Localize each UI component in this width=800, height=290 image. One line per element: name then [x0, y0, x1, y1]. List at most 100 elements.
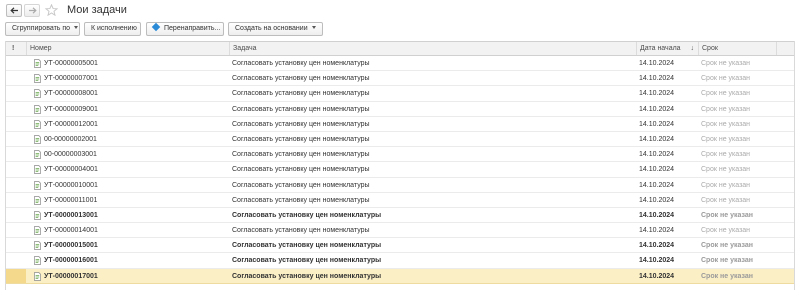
row-deadline-cell: Срок не указан — [701, 227, 751, 235]
row-number: УТ-00000004001 — [44, 166, 98, 174]
row-deadline-cell: Срок не указан — [701, 181, 751, 189]
tasks-table: ! Номер Задача Дата начала ↓ Срок УТ-0000… — [5, 41, 795, 290]
row-number: УТ-00000016001 — [44, 257, 98, 265]
row-number: УТ-00000007001 — [44, 75, 98, 83]
row-number-cell: УТ-00000013001 — [26, 208, 229, 223]
row-number-cell: УТ-00000011001 — [26, 193, 229, 208]
task-document-icon — [34, 150, 41, 159]
row-number: УТ-00000008001 — [44, 90, 98, 98]
table-row[interactable]: УТ-00000004001 Согласовать установку цен … — [6, 162, 794, 178]
table-row[interactable]: УТ-00000007001 Согласовать установку цен … — [6, 71, 794, 87]
table-row[interactable]: УТ-00000016001 Согласовать установку цен … — [6, 253, 794, 269]
start-date-header-label: Дата начала — [640, 45, 681, 52]
row-start-date-cell: 14.10.2024 — [639, 211, 675, 219]
arrow-left-icon — [10, 7, 18, 14]
row-task-cell: Согласовать установку цен номенклатуры — [232, 120, 370, 128]
row-start-date-cell: 14.10.2024 — [639, 120, 675, 128]
row-number-cell: УТ-00000010001 — [26, 178, 229, 193]
row-start-date-cell: 14.10.2024 — [639, 151, 675, 159]
row-importance-cell — [6, 86, 26, 101]
task-document-icon — [34, 226, 41, 235]
row-task-cell: Согласовать установку цен номенклатуры — [232, 181, 370, 189]
task-document-icon — [34, 195, 41, 205]
row-task-cell: Согласовать установку цен номенклатуры — [232, 227, 370, 235]
row-importance-cell — [6, 71, 26, 86]
task-document-icon — [34, 59, 41, 68]
create-based-on-label: Создать на основании — [235, 25, 308, 32]
group-by-button[interactable]: Сгруппировать по — [5, 22, 80, 36]
column-header-start-date[interactable]: Дата начала ↓ — [636, 42, 698, 55]
row-number: УТ-00000017001 — [44, 272, 98, 280]
forward-button[interactable] — [24, 4, 40, 17]
task-document-icon — [34, 135, 41, 144]
table-row[interactable]: УТ-00000011001 Согласовать установку цен … — [6, 193, 794, 208]
table-body: УТ-00000005001 Согласовать установку цен … — [6, 56, 794, 284]
row-number-cell: 00-00000003001 — [26, 147, 229, 162]
task-document-icon — [34, 89, 41, 99]
row-start-date-cell: 14.10.2024 — [639, 181, 675, 189]
table-row[interactable]: УТ-00000013001 Согласовать установку цен … — [6, 208, 794, 224]
row-number: УТ-00000005001 — [44, 60, 98, 67]
row-start-date-cell: 14.10.2024 — [639, 75, 675, 83]
row-importance-cell — [6, 253, 26, 268]
column-header-deadline[interactable]: Срок — [698, 42, 776, 55]
row-importance-cell — [6, 56, 26, 71]
row-importance-cell — [6, 102, 26, 117]
row-number: УТ-00000010001 — [44, 181, 98, 189]
table-row[interactable]: УТ-00000005001 Согласовать установку цен … — [6, 56, 794, 72]
row-start-date-cell: 14.10.2024 — [639, 196, 675, 204]
row-number-cell: УТ-00000009001 — [26, 102, 229, 117]
toolbar: Сгруппировать по К исполнению Перенаправ… — [0, 22, 800, 40]
row-deadline-cell: Срок не указан — [701, 242, 754, 250]
row-task-cell: Согласовать установку цен номенклатуры — [232, 272, 382, 280]
table-row[interactable]: УТ-00000009001 Согласовать установку цен … — [6, 102, 794, 117]
table-row[interactable]: УТ-00000014001 Согласовать установку цен … — [6, 223, 794, 239]
table-row[interactable]: УТ-00000012001 Согласовать установку цен … — [6, 117, 794, 132]
task-document-icon — [34, 165, 41, 175]
column-header-spacer — [776, 42, 794, 55]
chevron-down-icon — [74, 26, 79, 29]
to-execution-button[interactable]: К исполнению — [84, 22, 141, 36]
row-start-date-cell: 14.10.2024 — [639, 257, 675, 265]
row-importance-cell — [6, 162, 26, 177]
table-row[interactable]: УТ-00000008001 Согласовать установку цен … — [6, 86, 794, 102]
create-based-on-button[interactable]: Создать на основании — [228, 22, 323, 36]
row-task-cell: Согласовать установку цен номенклатуры — [232, 75, 370, 83]
task-document-icon — [34, 119, 41, 129]
back-button[interactable] — [6, 4, 22, 17]
page-title: Мои задачи — [67, 4, 127, 16]
row-importance-cell — [6, 178, 26, 193]
table-row[interactable]: 00-00000003001 Согласовать установку цен … — [6, 147, 794, 163]
row-task-cell: Согласовать установку цен номенклатуры — [232, 211, 382, 219]
row-deadline-cell: Срок не указан — [701, 120, 751, 128]
chevron-down-icon — [311, 26, 316, 29]
column-header-number[interactable]: Номер — [26, 42, 229, 55]
star-icon[interactable] — [45, 4, 58, 17]
row-deadline-cell: Срок не указан — [701, 196, 751, 204]
column-header-task[interactable]: Задача — [229, 42, 636, 55]
table-row[interactable]: 00-00000002001 Согласовать установку цен … — [6, 132, 794, 148]
row-importance-cell — [6, 193, 26, 208]
row-task-cell: Согласовать установку цен номенклатуры — [232, 151, 370, 159]
row-importance-cell — [6, 147, 26, 162]
row-task-cell: Согласовать установку цен номенклатуры — [232, 135, 370, 143]
table-row[interactable]: УТ-00000017001 Согласовать установку цен … — [6, 268, 794, 284]
row-number-cell: УТ-00000016001 — [26, 253, 229, 268]
row-start-date-cell: 14.10.2024 — [639, 90, 675, 98]
row-deadline-cell: Срок не указан — [701, 211, 754, 219]
table-row[interactable]: УТ-00000010001 Согласовать установку цен … — [6, 178, 794, 193]
table-row[interactable]: УТ-00000015001 Согласовать установку цен … — [6, 238, 794, 254]
row-number: 00-00000003001 — [44, 151, 97, 159]
row-importance-cell — [6, 268, 26, 283]
row-start-date-cell: 14.10.2024 — [639, 272, 675, 280]
task-document-icon — [34, 180, 41, 190]
row-deadline-cell: Срок не указан — [701, 135, 751, 143]
redirect-button[interactable]: Перенаправить... — [146, 22, 224, 36]
column-header-importance[interactable]: ! — [6, 42, 26, 55]
row-importance-cell — [6, 238, 26, 253]
row-number: УТ-00000009001 — [44, 105, 98, 113]
row-number: 00-00000002001 — [44, 135, 97, 143]
arrow-right-icon — [29, 7, 37, 14]
row-deadline-cell: Срок не указан — [701, 151, 751, 159]
row-number: УТ-00000012001 — [44, 120, 98, 128]
